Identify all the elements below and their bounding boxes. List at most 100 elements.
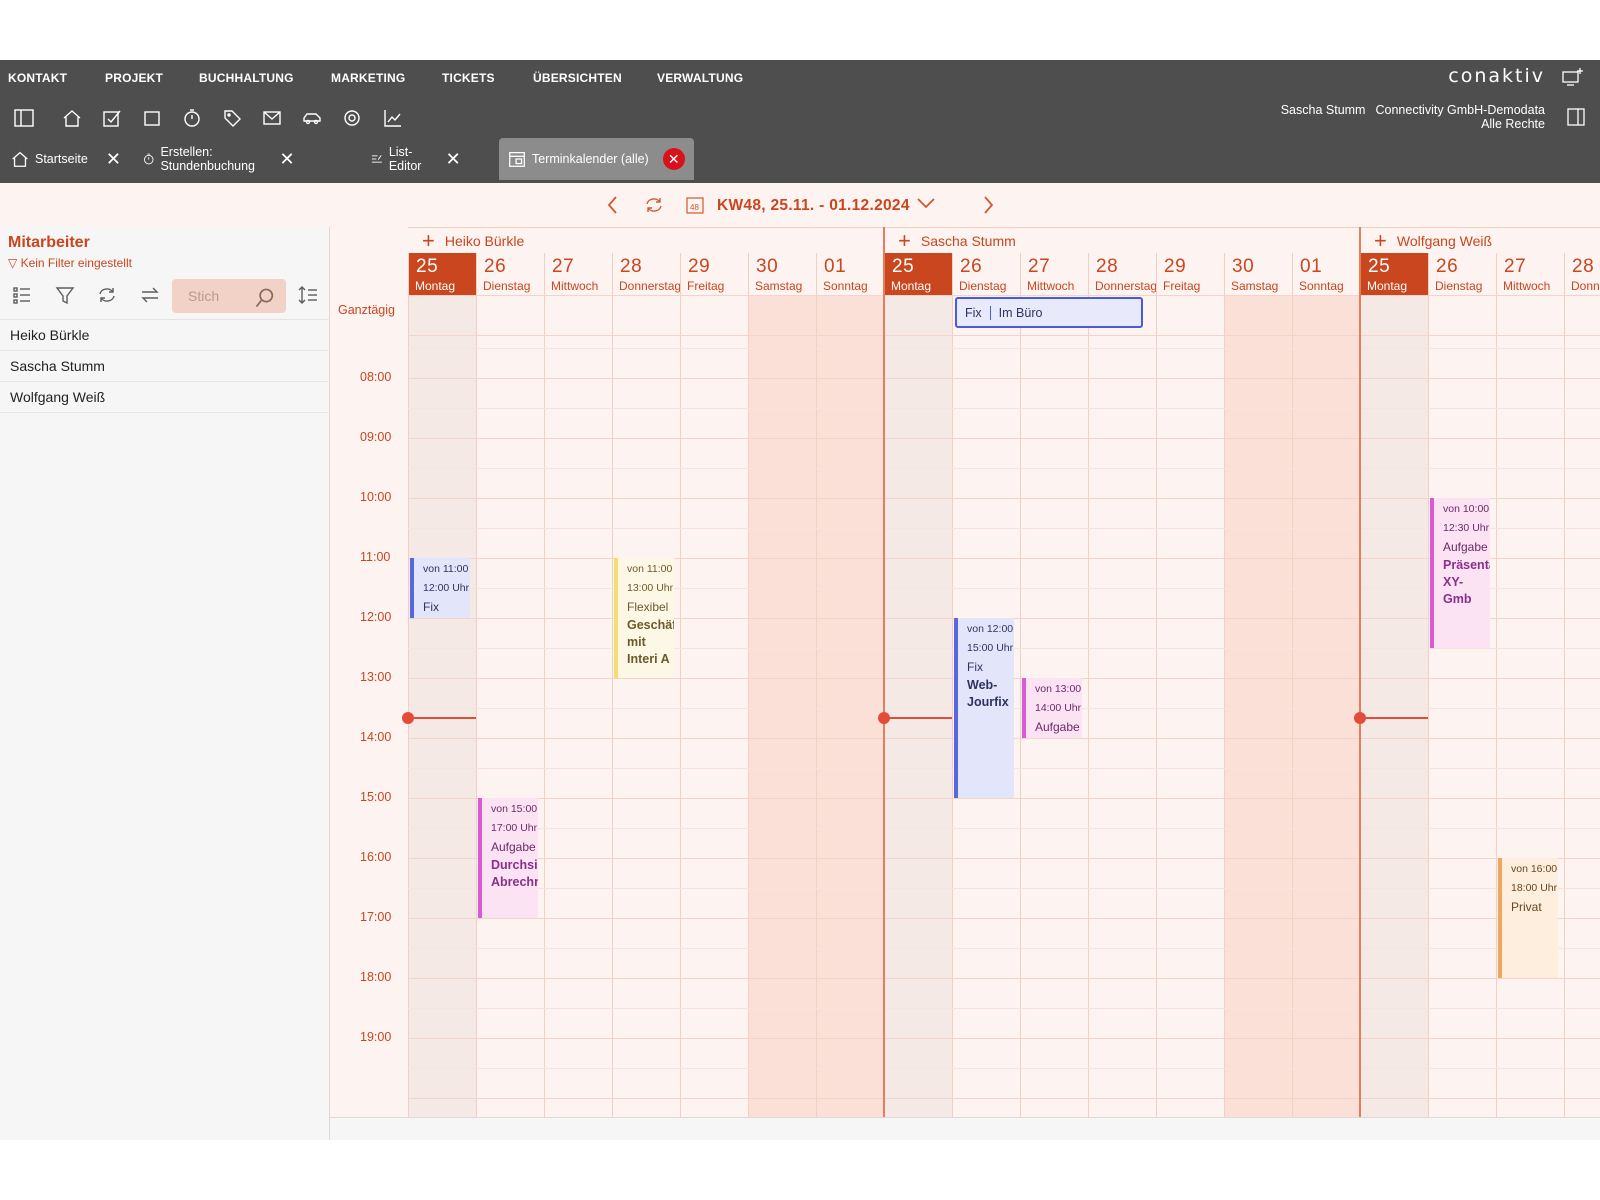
add-icon[interactable]: + <box>898 229 911 251</box>
weekday-name: Dienstag <box>959 279 1007 293</box>
current-time-dot <box>1354 711 1366 724</box>
day-column[interactable] <box>544 295 612 1117</box>
list-item[interactable]: Sascha Stumm <box>0 351 330 382</box>
day-column[interactable] <box>680 295 748 1117</box>
day-column[interactable] <box>1224 295 1292 1117</box>
calendar-week-icon[interactable]: 48 <box>685 194 705 216</box>
day-header[interactable]: 25 Montag <box>884 253 952 295</box>
event-type: Aufgabe <box>1443 540 1488 554</box>
person-header[interactable]: + Sascha Stumm <box>884 227 1360 253</box>
list-view-icon[interactable] <box>11 284 33 306</box>
panel-toggle-icon[interactable] <box>13 107 35 129</box>
calendar-event[interactable]: von 16:00 18:00 Uhr Privat <box>1498 858 1558 978</box>
refresh-icon[interactable] <box>96 284 118 306</box>
day-column[interactable] <box>884 295 952 1117</box>
calendar-event[interactable]: von 12:00 15:00 Uhr Fix Web-Jourfix <box>954 618 1014 798</box>
home-icon[interactable] <box>61 107 83 129</box>
person-header[interactable]: + Wolfgang Weiß <box>1360 227 1600 253</box>
day-column[interactable] <box>612 295 680 1117</box>
day-header[interactable]: 01 Sonntag <box>1292 253 1360 295</box>
day-header[interactable]: 26 Dienstag <box>1428 253 1496 295</box>
day-header[interactable]: 30 Samstag <box>748 253 816 295</box>
day-column[interactable] <box>408 295 476 1117</box>
chart-icon[interactable] <box>381 107 403 129</box>
tab-startseite[interactable]: Startseite ✕ <box>10 138 121 180</box>
gear-icon[interactable] <box>341 107 363 129</box>
day-header[interactable]: 26 Dienstag <box>952 253 1020 295</box>
day-number: 25 <box>892 256 915 277</box>
event-type: Aufgabe <box>491 840 536 854</box>
day-header[interactable]: 27 Mittwoch <box>544 253 612 295</box>
right-panel-toggle-icon[interactable] <box>1566 107 1586 127</box>
day-header[interactable]: 25 Montag <box>1360 253 1428 295</box>
add-icon[interactable]: + <box>422 229 435 251</box>
allday-event[interactable]: Fix Im Büro <box>955 297 1143 328</box>
square-icon[interactable] <box>141 107 163 129</box>
filter-icon[interactable] <box>54 284 76 306</box>
day-column[interactable] <box>1496 295 1564 1117</box>
calendar-event[interactable]: von 11:00 13:00 Uhr Flexibel Geschäf mit In… <box>614 558 674 678</box>
time-label: 12:00 <box>360 610 392 624</box>
day-column[interactable] <box>816 295 884 1117</box>
day-column[interactable] <box>1360 295 1428 1117</box>
day-header[interactable]: 29 Freitag <box>1156 253 1224 295</box>
mail-icon[interactable] <box>261 107 283 129</box>
close-icon[interactable]: ✕ <box>662 148 685 170</box>
menu-uebersichten[interactable]: ÜBERSICHTEN <box>533 60 622 85</box>
grid-line <box>408 468 1600 469</box>
next-week-button[interactable] <box>978 194 998 216</box>
menu-kontakt[interactable]: KONTAKT <box>8 60 67 85</box>
calendar-event[interactable]: von 13:00 14:00 Uhr Aufgabe <box>1022 678 1082 738</box>
day-header[interactable]: 01 Sonntag <box>816 253 884 295</box>
menu-buchhaltung[interactable]: BUCHHALTUNG <box>199 60 294 85</box>
close-icon[interactable]: ✕ <box>280 149 295 170</box>
sort-icon[interactable] <box>297 284 319 306</box>
day-header[interactable]: 29 Freitag <box>680 253 748 295</box>
tab-list-editor[interactable]: List-Editor ✕ <box>370 138 461 180</box>
filter-status[interactable]: ▽ Kein Filter eingestellt <box>8 256 132 270</box>
day-header[interactable]: 28 Donnerstag <box>1564 253 1600 295</box>
tab-terminkalender[interactable]: Terminkalender (alle) ✕ <box>499 138 694 180</box>
week-selector[interactable]: KW48, 25.11. - 01.12.2024 <box>717 196 936 215</box>
calendar-event[interactable]: von 11:00 12:00 Uhr Fix <box>410 558 470 618</box>
tag-icon[interactable] <box>221 107 243 129</box>
list-item[interactable]: Wolfgang Weiß <box>0 382 330 413</box>
calendar-event[interactable]: von 15:00 17:00 Uhr Aufgabe Durchsic Abrech… <box>478 798 538 918</box>
list-item[interactable]: Heiko Bürkle <box>0 320 330 351</box>
refresh-icon[interactable] <box>643 194 665 216</box>
list-edit-icon <box>371 154 382 163</box>
day-column[interactable] <box>1428 295 1496 1117</box>
menu-tickets[interactable]: TICKETS <box>442 60 495 85</box>
search-icon[interactable] <box>254 287 276 309</box>
calendar-event[interactable]: von 10:00 12:30 Uhr Aufgabe Präsenta XY-Gmb <box>1430 498 1490 648</box>
day-column[interactable] <box>1564 295 1600 1117</box>
day-column[interactable] <box>748 295 816 1117</box>
prev-week-button[interactable] <box>603 194 623 216</box>
company-name[interactable]: Connectivity GmbH-Demodata <box>1375 103 1545 117</box>
day-header[interactable]: 28 Donnerstag <box>1088 253 1156 295</box>
menu-projekt[interactable]: PROJEKT <box>105 60 163 85</box>
day-header[interactable]: 25 Montag <box>408 253 476 295</box>
swap-icon[interactable] <box>139 284 161 306</box>
day-header[interactable]: 27 Mittwoch <box>1020 253 1088 295</box>
day-header[interactable]: 26 Dienstag <box>476 253 544 295</box>
day-header[interactable]: 30 Samstag <box>1224 253 1292 295</box>
user-name[interactable]: Sascha Stumm <box>1281 103 1366 117</box>
day-column[interactable] <box>1088 295 1156 1117</box>
day-header[interactable]: 28 Donnerstag <box>612 253 680 295</box>
person-header[interactable]: + Heiko Bürkle <box>408 227 884 253</box>
menu-verwaltung[interactable]: VERWALTUNG <box>657 60 743 85</box>
close-icon[interactable]: ✕ <box>446 149 461 170</box>
day-column[interactable] <box>476 295 544 1117</box>
menu-marketing[interactable]: MARKETING <box>331 60 405 85</box>
day-column[interactable] <box>1292 295 1360 1117</box>
tab-stundenbuchung[interactable]: Erstellen: Stundenbuchung ✕ <box>142 138 295 180</box>
stopwatch-icon[interactable] <box>181 107 203 129</box>
close-icon[interactable]: ✕ <box>106 149 121 170</box>
car-icon[interactable] <box>301 107 323 129</box>
task-icon[interactable] <box>101 107 123 129</box>
day-column[interactable] <box>1156 295 1224 1117</box>
add-icon[interactable]: + <box>1374 229 1387 251</box>
day-header[interactable]: 27 Mittwoch <box>1496 253 1564 295</box>
new-window-icon[interactable] <box>1562 68 1584 86</box>
